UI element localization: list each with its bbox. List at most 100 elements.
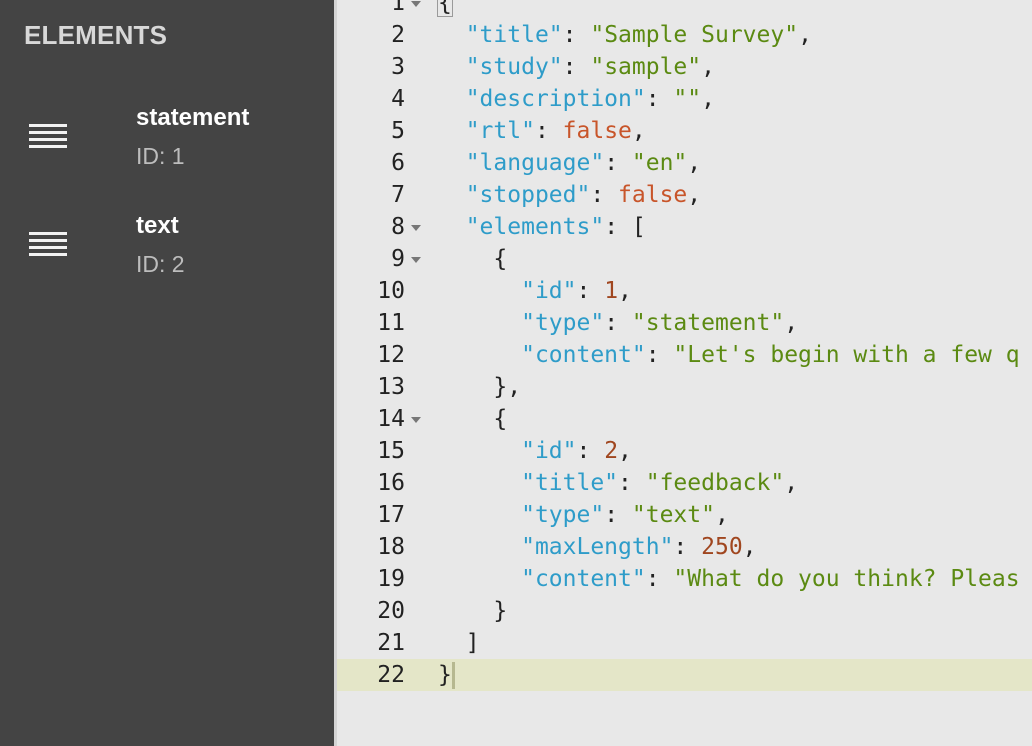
line-number: 11: [377, 310, 405, 336]
code-token: "study": [465, 54, 563, 80]
code-line[interactable]: "study": "sample",: [438, 51, 715, 83]
list-lines-icon: [29, 124, 67, 156]
code-line[interactable]: {: [438, 243, 507, 275]
code-line[interactable]: {: [437, 0, 453, 19]
line-number: 7: [391, 182, 405, 208]
line-number-gutter: 1 2 3 4 5 6 7 8 9 10 11 12 13 14 15 16 17 18 19 20 21 22: [337, 0, 432, 746]
fold-arrow-icon[interactable]: [411, 225, 421, 231]
code-line[interactable]: },: [438, 371, 521, 403]
code-token: "stopped": [465, 182, 591, 208]
code-line[interactable]: "content": "What do you think? Pleas: [438, 563, 1020, 595]
code-token: "description": [465, 86, 646, 112]
json-code-editor[interactable]: 1 2 3 4 5 6 7 8 9 10 11 12 13 14 15 16 17 18 19 20 21 22 { "t…: [337, 0, 1032, 746]
code-token: "Let's begin with a few q: [673, 342, 1020, 368]
code-token: "type": [521, 502, 605, 528]
code-line[interactable]: "rtl": false,: [438, 115, 646, 147]
element-item-statement[interactable]: statement ID: 1: [0, 100, 334, 190]
code-token: ,: [798, 22, 812, 48]
code-token: "en": [631, 150, 688, 176]
code-token: ,: [784, 470, 799, 496]
code-token: ,: [687, 182, 702, 208]
code-token: ,: [687, 150, 702, 176]
code-token: "id": [521, 278, 577, 304]
line-number: 20: [377, 598, 405, 624]
code-token: :: [645, 566, 674, 592]
code-token: 2: [604, 438, 619, 464]
code-line[interactable]: ]: [438, 627, 480, 659]
code-line[interactable]: "type": "text",: [438, 499, 729, 531]
code-line[interactable]: "type": "statement",: [438, 307, 798, 339]
code-token: :: [534, 118, 563, 144]
element-id: ID: 1: [136, 143, 185, 169]
line-number: 17: [377, 502, 405, 528]
code-token: 250: [701, 534, 743, 560]
code-token: : [: [604, 214, 646, 240]
code-token: ,: [631, 118, 646, 144]
code-token: :: [562, 54, 591, 80]
code-token: "id": [521, 438, 577, 464]
code-line[interactable]: "title": "Sample Survey",: [438, 19, 812, 51]
list-lines-icon: [29, 232, 67, 264]
line-number: 15: [377, 438, 405, 464]
code-token: :: [604, 310, 632, 336]
code-token: {: [437, 0, 453, 17]
line-number: 1: [391, 0, 405, 16]
code-token: "statement": [631, 310, 785, 336]
fold-arrow-icon[interactable]: [411, 1, 421, 7]
code-token: "": [673, 86, 702, 112]
code-token: "content": [521, 342, 646, 368]
code-line[interactable]: "stopped": false,: [438, 179, 701, 211]
code-token: "sample": [590, 54, 702, 80]
code-token: },: [438, 374, 522, 400]
line-number: 9: [391, 246, 405, 272]
line-number: 19: [377, 566, 405, 592]
element-name: statement: [136, 104, 250, 131]
code-line[interactable]: "id": 1,: [438, 275, 632, 307]
code-token: :: [673, 534, 702, 560]
code-line[interactable]: {: [438, 403, 507, 435]
code-token: :: [645, 342, 674, 368]
code-token: "type": [521, 310, 605, 336]
line-number: 10: [377, 278, 405, 304]
code-token: :: [645, 86, 674, 112]
code-token: "elements": [465, 214, 605, 240]
line-number: 8: [391, 214, 405, 240]
line-number: 16: [377, 470, 405, 496]
fold-arrow-icon[interactable]: [411, 257, 421, 263]
code-line[interactable]: }: [438, 595, 507, 627]
code-line[interactable]: "description": "",: [438, 83, 715, 115]
code-token: :: [604, 150, 632, 176]
line-number: 21: [377, 630, 405, 656]
code-line[interactable]: "title": "feedback",: [438, 467, 798, 499]
code-token: "maxLength": [521, 534, 674, 560]
line-number: 5: [391, 118, 405, 144]
code-line[interactable]: "elements": [: [438, 211, 646, 243]
code-line[interactable]: "language": "en",: [438, 147, 701, 179]
code-line[interactable]: "maxLength": 250,: [438, 531, 756, 563]
code-line[interactable]: "id": 2,: [438, 435, 632, 467]
code-token: :: [618, 470, 646, 496]
element-item-text[interactable]: text ID: 2: [0, 208, 334, 298]
line-number: 22: [377, 662, 405, 688]
code-line[interactable]: }: [438, 659, 452, 691]
fold-arrow-icon[interactable]: [411, 417, 421, 423]
code-token: :: [604, 502, 632, 528]
code-token: :: [576, 278, 605, 304]
line-number: 2: [391, 22, 405, 48]
code-line[interactable]: "content": "Let's begin with a few q: [438, 339, 1020, 371]
line-number: 6: [391, 150, 405, 176]
code-token: false: [562, 118, 632, 144]
code-token: ,: [618, 438, 632, 464]
